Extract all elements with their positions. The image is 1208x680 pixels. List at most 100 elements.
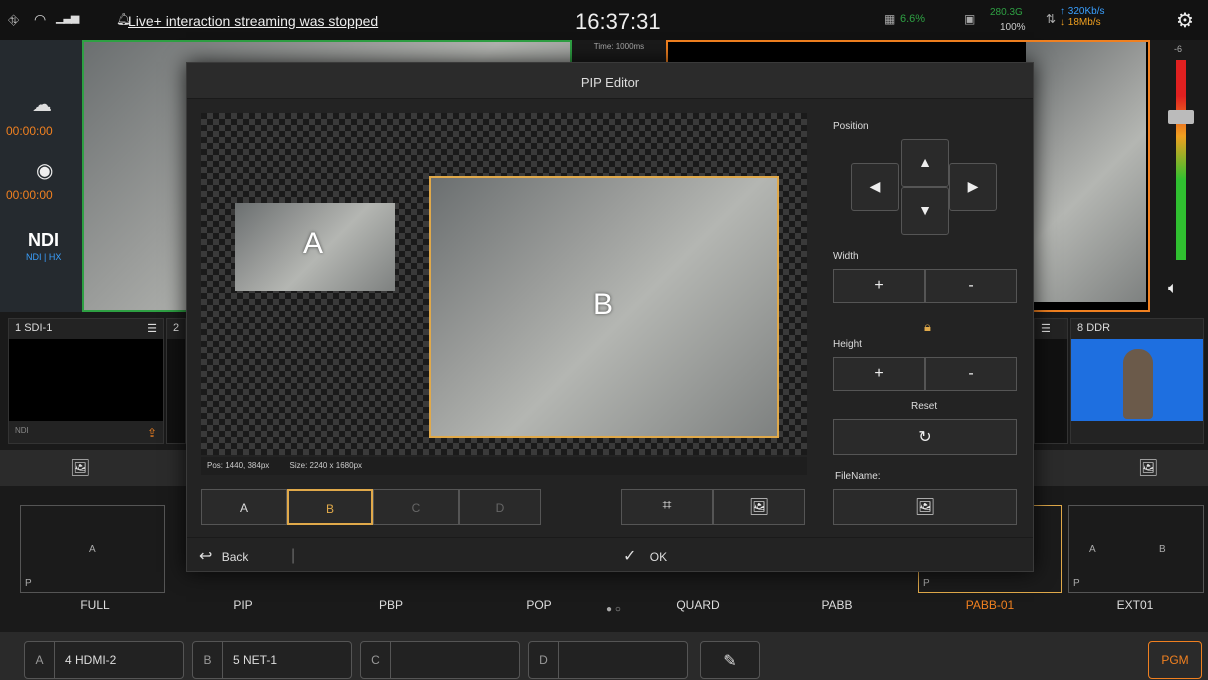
- window-b-label: B: [593, 288, 614, 321]
- bandwidth-icon: ⇅: [1046, 12, 1057, 26]
- layout-name-pabb[interactable]: PABB: [802, 598, 872, 612]
- move-left-button[interactable]: ◀: [851, 163, 899, 211]
- layout-name-pip[interactable]: PIP: [208, 598, 278, 612]
- stream-time: 00:00:00: [6, 124, 53, 138]
- move-down-button[interactable]: ▼: [901, 187, 949, 235]
- menu-list-icon[interactable]: ☰: [1041, 323, 1051, 335]
- menu-list-icon[interactable]: ☰: [147, 322, 157, 335]
- network-icon: ⛗: [8, 12, 20, 28]
- back-label: Back: [221, 550, 249, 564]
- layout-name-pbp[interactable]: PBP: [356, 598, 426, 612]
- source-preview: [1071, 339, 1203, 421]
- layout-tile-full[interactable]: A P: [20, 505, 165, 593]
- top-bar: ⛗ ◠ ▁▃▅ 🔔︎ Live+ interaction streaming w…: [0, 0, 1208, 40]
- memory-icon: ▣: [964, 12, 976, 26]
- net-up: ↑ 320Kb/s: [1060, 6, 1105, 17]
- volume-fader[interactable]: [1168, 110, 1194, 124]
- slot-c[interactable]: C: [360, 641, 520, 679]
- add-image-icon: 🖼︎: [914, 499, 936, 516]
- source-footer: [1071, 421, 1203, 443]
- page-indicator[interactable]: ● ○: [606, 604, 621, 615]
- canvas-info-bar: Pos: 1440, 384px Size: 2240 x 1680px: [201, 457, 807, 475]
- window-tab-b[interactable]: B: [287, 489, 373, 525]
- arrow-right-icon: ▶: [967, 178, 979, 194]
- width-minus-button[interactable]: -: [925, 269, 1017, 303]
- ndi-hx-label: NDI | HX: [26, 252, 62, 262]
- layout-name-ext01[interactable]: EXT01: [1100, 598, 1170, 612]
- ok-label: OK: [649, 550, 668, 564]
- layout-name-pabb-01[interactable]: PABB-01: [950, 598, 1030, 612]
- pgm-button[interactable]: PGM: [1148, 641, 1202, 679]
- source-tile-2[interactable]: 2: [166, 318, 186, 444]
- status-panel: ☁ 00:00:00 ◉ 00:00:00 NDI NDI | HX: [0, 40, 82, 312]
- memory-percent: 100%: [1000, 22, 1026, 33]
- audio-meter[interactable]: -6 🔈︎: [1150, 40, 1208, 312]
- layout-name-full[interactable]: FULL: [60, 598, 130, 612]
- pip-canvas[interactable]: A B: [201, 113, 807, 455]
- filename-label: FileName:: [835, 471, 881, 482]
- ok-button[interactable]: ✓ OK: [623, 546, 667, 566]
- slot-b[interactable]: B5 NET-1: [192, 641, 352, 679]
- pip-window-a[interactable]: A: [235, 203, 395, 291]
- refresh-icon: ↻: [918, 429, 932, 446]
- window-tab-d[interactable]: D: [459, 489, 541, 525]
- meter-top-label: -6: [1174, 44, 1183, 54]
- arrow-up-icon: ▲: [918, 154, 932, 170]
- layout-tile-ext01[interactable]: A B P: [1068, 505, 1204, 593]
- footer-divider: |: [291, 547, 296, 564]
- move-up-button[interactable]: ▲: [901, 139, 949, 187]
- layout-name-pop[interactable]: POP: [504, 598, 574, 612]
- back-button[interactable]: ↩ Back: [199, 546, 248, 566]
- lock-icon[interactable]: 🔒︎: [924, 319, 931, 335]
- check-icon: ✓: [623, 548, 637, 565]
- replace-image-button[interactable]: 🖼︎: [713, 489, 805, 525]
- image-swap-icon: 🖼︎: [748, 499, 770, 516]
- reset-button[interactable]: ↻: [833, 419, 1017, 455]
- move-right-button[interactable]: ▶: [949, 163, 997, 211]
- cloud-icon[interactable]: ☁: [32, 92, 52, 117]
- pip-editor-dialog: PIP Editor A B Pos: 1440, 384px Size: 22…: [186, 62, 1034, 572]
- height-plus-button[interactable]: +: [833, 357, 925, 391]
- window-tab-a[interactable]: A: [201, 489, 287, 525]
- presenter-figure: [1123, 349, 1153, 419]
- source-tile-7[interactable]: ☰: [1034, 318, 1068, 444]
- window-tab-c[interactable]: C: [373, 489, 459, 525]
- upload-icon[interactable]: ⇪: [147, 426, 157, 440]
- record-time: 00:00:00: [6, 188, 53, 202]
- record-icon[interactable]: ◉: [36, 158, 53, 183]
- crop-icon: ⌗: [662, 497, 672, 514]
- source-tile-1[interactable]: 1 SDI-1 ☰ NDI ⇪: [8, 318, 164, 444]
- slot-d[interactable]: D: [528, 641, 688, 679]
- width-label: Width: [833, 251, 859, 262]
- image-edit-icon[interactable]: 🖼︎: [1138, 458, 1158, 478]
- size-info: Size: 2240 x 1680px: [289, 461, 363, 470]
- speaker-icon[interactable]: 🔈︎: [1168, 280, 1178, 298]
- pip-window-b[interactable]: B: [429, 176, 779, 438]
- add-image-button[interactable]: 🖼︎: [833, 489, 1017, 525]
- window-a-label: A: [303, 227, 324, 260]
- network-speed: ↑ 320Kb/s ↓ 18Mb/s: [1060, 6, 1104, 28]
- slot-a-value: 4 HDMI-2: [65, 653, 117, 667]
- slot-a[interactable]: A4 HDMI-2: [24, 641, 184, 679]
- settings-gear-icon[interactable]: ⚙: [1176, 8, 1194, 33]
- stream-notice[interactable]: Live+ interaction streaming was stopped: [128, 13, 378, 29]
- signal-icon: ▁▃▅: [56, 12, 79, 24]
- layout-name-quard[interactable]: QUARD: [658, 598, 738, 612]
- arrow-down-icon: ▼: [918, 202, 932, 218]
- source-header: 1 SDI-1 ☰: [9, 319, 163, 339]
- dialog-footer: ↩ Back | ✓ OK: [187, 537, 1033, 571]
- clock: 16:37:31: [575, 9, 661, 34]
- height-label: Height: [833, 339, 862, 350]
- crop-button[interactable]: ⌗: [621, 489, 713, 525]
- image-icon[interactable]: 🖼︎: [70, 458, 90, 478]
- source-tile-8[interactable]: 8 DDR: [1070, 318, 1204, 444]
- ndi-logo: NDI: [28, 230, 59, 250]
- memory-value: 280.3G: [990, 7, 1023, 18]
- dialog-title: PIP Editor: [187, 63, 1033, 99]
- meter-bar: [1176, 60, 1186, 260]
- width-plus-button[interactable]: +: [833, 269, 925, 303]
- back-arrow-icon: ↩: [199, 548, 213, 565]
- cpu-usage: 6.6%: [900, 13, 926, 25]
- height-minus-button[interactable]: -: [925, 357, 1017, 391]
- edit-slots-button[interactable]: ✎: [700, 641, 760, 679]
